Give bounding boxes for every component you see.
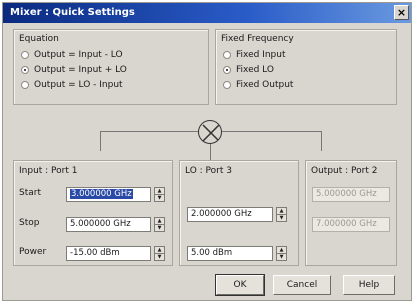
fixed-frequency-title: Fixed Frequency <box>221 34 294 44</box>
spin-down-icon[interactable]: ▼ <box>155 225 164 231</box>
equation-option-input-plus-lo[interactable]: Output = Input + LO <box>21 64 127 76</box>
output-port-group: Output : Port 2 5.000000 GHz 7.000000 GH… <box>305 160 397 266</box>
start-spin-button[interactable]: ▲ ▼ <box>154 187 165 202</box>
radio-selected-icon <box>223 66 231 74</box>
window-title: Mixer : Quick Settings <box>10 7 135 18</box>
lo-power-input[interactable]: 5.00 dBm <box>187 246 273 261</box>
output-start-value: 5.000000 GHz <box>316 189 377 199</box>
equation-option-lo-minus-input[interactable]: Output = LO - Input <box>21 79 123 91</box>
input-port-group: Input : Port 1 Start 3.000000 GHz ▲ ▼ St… <box>13 160 173 266</box>
output-port-title: Output : Port 2 <box>311 166 378 176</box>
start-label: Start <box>19 188 41 198</box>
ok-label: OK <box>233 280 247 290</box>
equation-group: Equation Output = Input - LO Output = In… <box>13 29 209 105</box>
spin-up-icon[interactable]: ▲ <box>277 208 286 215</box>
spin-down-icon[interactable]: ▼ <box>277 254 286 260</box>
start-frequency-input[interactable]: 3.000000 GHz <box>66 187 151 202</box>
radio-label: Fixed Input <box>236 50 286 60</box>
radio-label: Output = LO - Input <box>34 80 123 90</box>
close-button[interactable]: × <box>394 5 409 20</box>
output-stop-field: 7.000000 GHz <box>312 217 390 232</box>
fixed-option-input[interactable]: Fixed Input <box>223 49 286 61</box>
lo-port-group: LO : Port 3 2.000000 GHz ▲ ▼ 5.00 dBm ▲ … <box>179 160 299 266</box>
stop-spin-button[interactable]: ▲ ▼ <box>154 217 165 232</box>
fixed-option-lo[interactable]: Fixed LO <box>223 64 274 76</box>
lo-frequency-value: 2.000000 GHz <box>191 209 252 219</box>
close-icon: × <box>396 6 407 19</box>
radio-icon <box>21 51 29 59</box>
help-button[interactable]: Help <box>343 275 395 295</box>
input-port-title: Input : Port 1 <box>19 166 78 176</box>
lo-frequency-input[interactable]: 2.000000 GHz <box>187 207 273 222</box>
lo-frequency-spin-button[interactable]: ▲ ▼ <box>276 207 287 222</box>
stop-label: Stop <box>19 218 40 228</box>
spin-up-icon[interactable]: ▲ <box>277 247 286 254</box>
radio-icon <box>223 81 231 89</box>
connector-line <box>210 143 211 161</box>
help-label: Help <box>358 280 380 290</box>
mixer-symbol-icon <box>198 120 222 144</box>
spin-up-icon[interactable]: ▲ <box>155 188 164 195</box>
spin-up-icon[interactable]: ▲ <box>155 247 164 254</box>
spin-up-icon[interactable]: ▲ <box>155 218 164 225</box>
equation-title: Equation <box>19 34 59 44</box>
title-bar[interactable]: Mixer : Quick Settings × <box>3 3 411 23</box>
radio-selected-icon <box>21 66 29 74</box>
radio-label: Output = Input + LO <box>34 65 127 75</box>
equation-option-input-minus-lo[interactable]: Output = Input - LO <box>21 49 123 61</box>
stop-frequency-input[interactable]: 5.000000 GHz <box>66 217 151 232</box>
power-label: Power <box>19 247 47 257</box>
stop-frequency-value: 5.000000 GHz <box>70 219 131 229</box>
quick-settings-dialog: Mixer : Quick Settings × Equation Output… <box>2 2 412 301</box>
input-power-value: -15.00 dBm <box>70 248 120 258</box>
radio-icon <box>223 51 231 59</box>
radio-label: Fixed LO <box>236 65 274 75</box>
output-stop-value: 7.000000 GHz <box>316 219 377 229</box>
cancel-label: Cancel <box>286 280 318 290</box>
input-power-spin-button[interactable]: ▲ ▼ <box>154 246 165 261</box>
radio-icon <box>21 81 29 89</box>
output-start-field: 5.000000 GHz <box>312 187 390 202</box>
fixed-option-output[interactable]: Fixed Output <box>223 79 293 91</box>
connector-line <box>321 131 322 151</box>
cancel-button[interactable]: Cancel <box>273 275 331 295</box>
spin-down-icon[interactable]: ▼ <box>155 254 164 260</box>
lo-power-spin-button[interactable]: ▲ ▼ <box>276 246 287 261</box>
spin-down-icon[interactable]: ▼ <box>277 215 286 221</box>
fixed-frequency-group: Fixed Frequency Fixed Input Fixed LO Fix… <box>215 29 397 105</box>
start-frequency-value: 3.000000 GHz <box>70 189 133 199</box>
radio-label: Output = Input - LO <box>34 50 123 60</box>
radio-label: Fixed Output <box>236 80 294 90</box>
lo-power-value: 5.00 dBm <box>191 248 233 258</box>
lo-port-title: LO : Port 3 <box>185 166 232 176</box>
input-power-input[interactable]: -15.00 dBm <box>66 246 151 261</box>
spin-down-icon[interactable]: ▼ <box>155 195 164 201</box>
connector-line <box>100 131 101 151</box>
ok-button[interactable]: OK <box>215 274 265 296</box>
